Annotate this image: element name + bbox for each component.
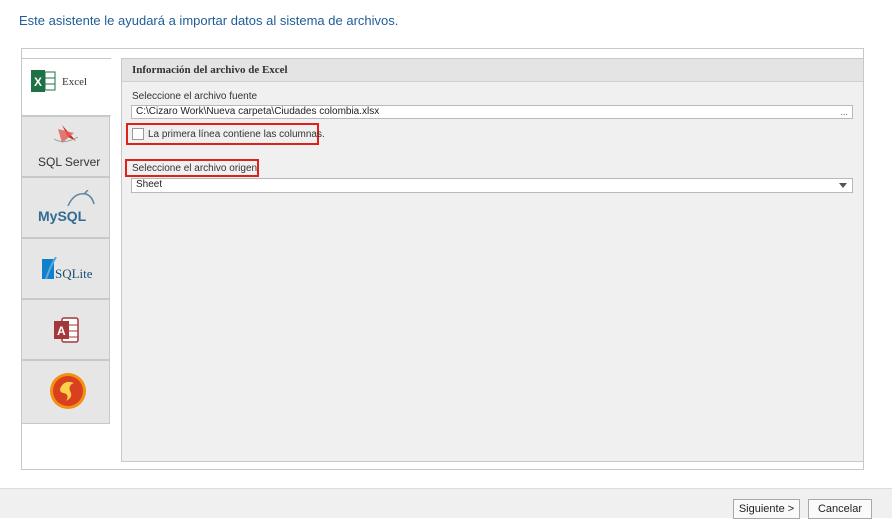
- tab-excel[interactable]: X Excel: [21, 58, 111, 116]
- next-button[interactable]: Siguiente >: [733, 499, 800, 519]
- source-file-input[interactable]: C:\Cizaro Work\Nueva carpeta\Ciudades co…: [131, 105, 853, 119]
- tab-firebird[interactable]: [21, 360, 110, 424]
- svg-text:A: A: [57, 324, 66, 338]
- firebird-icon: [50, 373, 86, 409]
- wizard-footer: Siguiente > Cancelar: [0, 488, 892, 519]
- cancel-button[interactable]: Cancelar: [808, 499, 872, 519]
- tab-sqlite-label: SQLite: [55, 266, 93, 281]
- tab-access[interactable]: A: [21, 299, 110, 360]
- excel-info-group: Información del archivo de Excel Selecci…: [121, 58, 864, 462]
- first-row-checkbox-label: La primera línea contiene las columnas.: [148, 129, 325, 140]
- group-title: Información del archivo de Excel: [132, 64, 288, 76]
- tab-sql-server[interactable]: SQL Server: [21, 116, 110, 177]
- access-icon: A: [54, 317, 79, 343]
- sql-server-icon: [53, 125, 79, 143]
- tab-excel-label: Excel: [62, 76, 88, 88]
- source-file-value: C:\Cizaro Work\Nueva carpeta\Ciudades co…: [136, 106, 380, 117]
- group-header: Información del archivo de Excel: [122, 59, 863, 82]
- origin-file-label: Seleccione el archivo origen: [132, 163, 258, 174]
- svg-text:X: X: [34, 75, 42, 89]
- mysql-icon: [67, 190, 95, 207]
- tab-mysql[interactable]: MySQL: [21, 177, 110, 238]
- browse-button[interactable]: ...: [840, 106, 848, 118]
- wizard-intro-text: Este asistente le ayudará a importar dat…: [19, 13, 399, 28]
- tab-sqlite[interactable]: SQLite: [21, 238, 110, 299]
- first-row-checkbox[interactable]: [132, 128, 144, 140]
- excel-icon: X: [31, 70, 56, 92]
- chevron-down-icon: [839, 183, 847, 188]
- tab-mysql-label: MySQL: [38, 208, 87, 224]
- origin-file-select[interactable]: Sheet: [131, 178, 853, 193]
- source-file-label: Seleccione el archivo fuente: [132, 91, 258, 102]
- origin-file-value: Sheet: [136, 179, 163, 190]
- tab-sql-server-label: SQL Server: [38, 155, 101, 169]
